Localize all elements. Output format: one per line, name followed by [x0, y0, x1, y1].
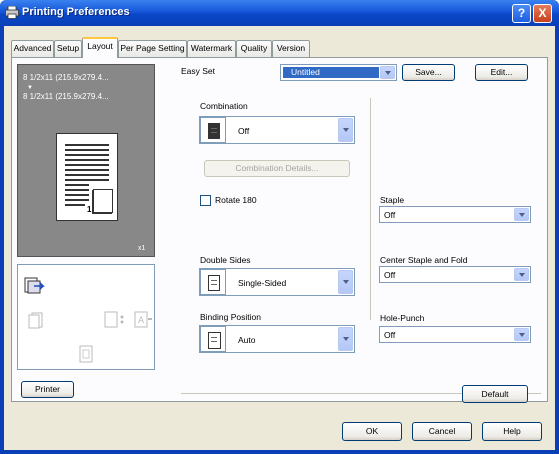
staple-value: Off: [384, 210, 396, 220]
dialog-client: Advanced Setup Layout Per Page Setting W…: [4, 26, 555, 450]
close-icon: X: [538, 6, 547, 20]
page-lines-icon: [208, 275, 220, 291]
tab-layout[interactable]: Layout: [82, 37, 118, 58]
tab-label: Watermark: [190, 43, 233, 53]
chevron-down-icon[interactable]: [338, 118, 353, 142]
button-label: Default: [481, 389, 509, 399]
tab-setup[interactable]: Setup: [54, 40, 82, 57]
tab-label: Quality: [240, 43, 268, 53]
finishing-icons-panel: A: [17, 264, 155, 370]
page-dark-icon: [208, 123, 220, 139]
tab-label: Advanced: [13, 43, 52, 53]
easy-set-label: Easy Set: [181, 66, 216, 76]
tab-label: Layout: [87, 41, 113, 51]
binding-position-select[interactable]: Auto: [199, 325, 355, 353]
close-button[interactable]: X: [533, 4, 552, 23]
default-button[interactable]: Default: [462, 385, 528, 403]
hole-punch-value: Off: [384, 330, 396, 340]
column-separator: [370, 98, 371, 320]
double-sides-value: Single-Sided: [238, 278, 287, 288]
chevron-down-icon[interactable]: [514, 328, 529, 341]
tab-quality[interactable]: Quality: [236, 40, 272, 57]
save-button[interactable]: Save...: [402, 64, 455, 81]
preview-page: 1: [56, 133, 118, 221]
cancel-button[interactable]: Cancel: [412, 422, 472, 441]
down-arrow-icon: ▼: [27, 85, 33, 91]
hole-punch-icon: [104, 311, 124, 328]
easy-set-value: Untitled: [291, 67, 320, 77]
chevron-down-icon[interactable]: [514, 208, 529, 221]
preview-page-number: 1: [87, 205, 92, 214]
hole-punch-select[interactable]: Off: [379, 326, 531, 343]
center-staple-value: Off: [384, 270, 396, 280]
output-tray-icon: [79, 345, 93, 363]
tab-label: Setup: [56, 43, 80, 53]
button-label: Save...: [415, 67, 442, 77]
binding-preview-box: [200, 326, 226, 352]
tab-advanced[interactable]: Advanced: [11, 40, 54, 57]
tab-per-page-setting[interactable]: Per Page Setting: [118, 40, 187, 57]
rotate-180-checkbox[interactable]: [200, 195, 211, 206]
chevron-down-icon[interactable]: [380, 66, 395, 79]
preview-inner-page: [93, 189, 113, 213]
staple-corner-icon: [28, 312, 43, 329]
tab-watermark[interactable]: Watermark: [187, 40, 236, 57]
center-staple-select[interactable]: Off: [379, 266, 531, 283]
rotate-180-label: Rotate 180: [215, 195, 257, 205]
center-staple-label: Center Staple and Fold: [380, 255, 468, 265]
combination-select[interactable]: Off: [199, 116, 355, 144]
button-label: Cancel: [428, 426, 456, 436]
combination-preview-box: [200, 117, 226, 143]
page-blank-icon: [208, 332, 221, 349]
chevron-down-icon[interactable]: [514, 268, 529, 281]
page-preview: 8 1/2x11 (215.9x279.4... ▼ 8 1/2x11 (215…: [17, 64, 155, 257]
title-bar[interactable]: Printing Preferences ? X: [0, 0, 559, 26]
binding-position-value: Auto: [238, 335, 256, 345]
svg-text:A: A: [138, 316, 145, 326]
edit-button[interactable]: Edit...: [475, 64, 528, 81]
double-sides-preview-box: [200, 269, 226, 295]
question-icon: ?: [517, 6, 526, 20]
button-label: Edit...: [490, 67, 513, 77]
binding-position-label: Binding Position: [200, 312, 261, 322]
chevron-down-icon[interactable]: [338, 270, 353, 294]
booklet-icon: A: [134, 311, 152, 328]
combination-value: Off: [238, 126, 250, 136]
button-label: Printer: [34, 384, 61, 394]
hole-punch-label: Hole-Punch: [380, 313, 425, 323]
help-title-button[interactable]: ?: [512, 4, 531, 23]
double-sides-label: Double Sides: [200, 255, 251, 265]
tab-label: Version: [276, 43, 306, 53]
preview-paper-original: 8 1/2x11 (215.9x279.4...: [23, 73, 109, 82]
combination-details-button[interactable]: Combination Details...: [204, 160, 350, 177]
staple-select[interactable]: Off: [379, 206, 531, 223]
help-button[interactable]: Help: [482, 422, 542, 441]
tab-version[interactable]: Version: [272, 40, 310, 57]
button-label: Help: [503, 426, 521, 436]
preview-paper-output: 8 1/2x11 (215.9x279.4...: [23, 92, 109, 101]
printer-button[interactable]: Printer: [21, 381, 74, 398]
chevron-down-icon[interactable]: [338, 327, 353, 351]
printer-app-icon: [5, 6, 19, 19]
ok-button[interactable]: OK: [342, 422, 402, 441]
combination-label: Combination: [200, 101, 248, 111]
printer-output-icon: [24, 277, 45, 294]
easy-set-select[interactable]: Untitled: [280, 64, 397, 81]
tab-label: Per Page Setting: [120, 43, 185, 53]
preview-copies: x1: [138, 245, 146, 252]
button-label: OK: [365, 426, 379, 436]
button-label: Combination Details...: [235, 163, 319, 173]
double-sides-select[interactable]: Single-Sided: [199, 268, 355, 296]
staple-label: Staple: [380, 195, 405, 205]
window-title: Printing Preferences: [22, 6, 130, 18]
